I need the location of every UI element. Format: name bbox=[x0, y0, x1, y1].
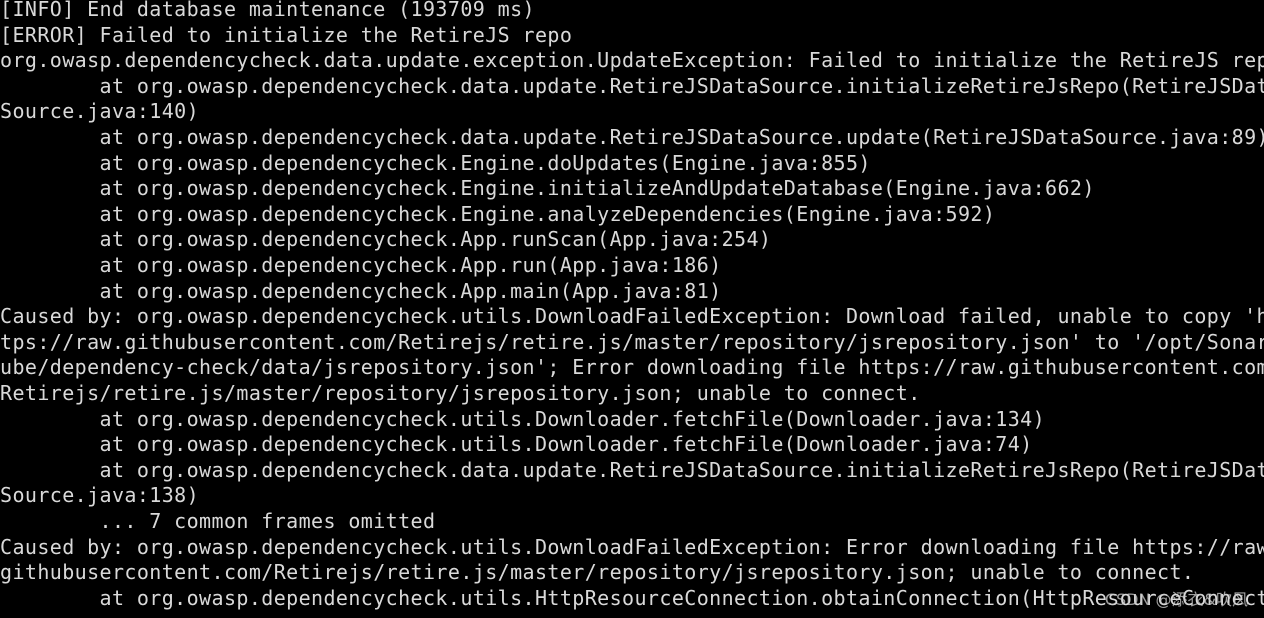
log-line-24: at org.owasp.dependencycheck.utils.HttpR… bbox=[0, 585, 1264, 610]
log-line-22: Caused by: org.owasp.dependencycheck.uti… bbox=[0, 534, 1264, 559]
csdn-watermark: CSDN @添衣&吹风 bbox=[1104, 590, 1248, 609]
log-line-15: ube/dependency-check/data/jsrepository.j… bbox=[0, 355, 1264, 380]
log-line-4: at org.owasp.dependencycheck.data.update… bbox=[0, 73, 1264, 98]
log-line-10: at org.owasp.dependencycheck.App.runScan… bbox=[0, 227, 772, 252]
log-line-13: Caused by: org.owasp.dependencycheck.uti… bbox=[0, 304, 1264, 329]
log-line-9: at org.owasp.dependencycheck.Engine.anal… bbox=[0, 201, 996, 226]
log-line-11: at org.owasp.dependencycheck.App.run(App… bbox=[0, 253, 722, 277]
terminal-output[interactable]: [INFO] End database maintenance (193709 … bbox=[0, 0, 1264, 618]
log-line-7: at org.owasp.dependencycheck.Engine.doUp… bbox=[0, 150, 871, 175]
log-line-5: Source.java:140) bbox=[0, 99, 200, 124]
log-line-21: ... 7 common frames omitted bbox=[0, 509, 436, 533]
log-line-1: [INFO] End database maintenance (193709 … bbox=[0, 0, 535, 21]
log-line-6: at org.owasp.dependencycheck.data.update… bbox=[0, 125, 1264, 149]
log-line-23: githubusercontent.com/Retirejs/retire.js… bbox=[0, 560, 1195, 585]
log-line-17: at org.owasp.dependencycheck.utils.Downl… bbox=[0, 406, 1046, 431]
log-line-3: org.owasp.dependencycheck.data.update.ex… bbox=[0, 48, 1264, 73]
log-line-19: at org.owasp.dependencycheck.data.update… bbox=[0, 457, 1264, 482]
log-line-16: Retirejs/retire.js/master/repository/jsr… bbox=[0, 381, 921, 405]
log-line-2: [ERROR] Failed to initialize the RetireJ… bbox=[0, 22, 573, 47]
log-line-20: Source.java:138) bbox=[0, 483, 200, 508]
log-line-12: at org.owasp.dependencycheck.App.main(Ap… bbox=[0, 278, 722, 303]
log-line-8: at org.owasp.dependencycheck.Engine.init… bbox=[0, 176, 1095, 201]
log-line-14: tps://raw.githubusercontent.com/Retirejs… bbox=[0, 329, 1264, 354]
log-line-18: at org.owasp.dependencycheck.utils.Downl… bbox=[0, 432, 1033, 457]
